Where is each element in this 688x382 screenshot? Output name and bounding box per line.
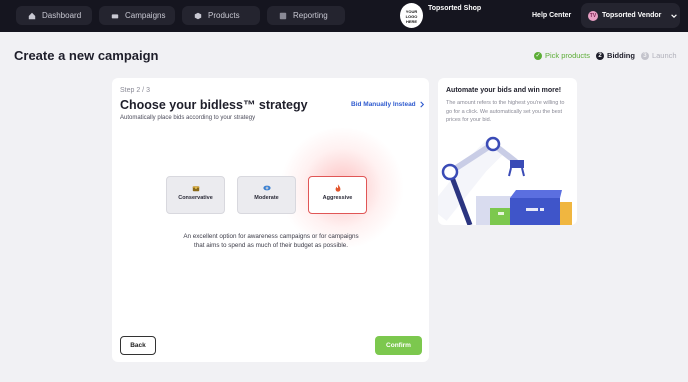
bid-manually-label: Bid Manually Instead: [351, 101, 416, 108]
nav-tab-reporting[interactable]: Reporting: [267, 6, 345, 25]
step-launch: 3 Launch: [640, 51, 677, 60]
treasure-icon: [192, 186, 199, 192]
option-label: Aggressive: [322, 195, 353, 201]
option-moderate[interactable]: Moderate: [237, 176, 296, 214]
bid-manually-link[interactable]: Bid Manually Instead: [351, 101, 425, 108]
step-label: Bidding: [607, 51, 635, 60]
check-icon: ✓: [534, 51, 542, 60]
box-icon: [194, 12, 202, 19]
nav-tab-campaigns[interactable]: Campaigns: [99, 6, 175, 25]
progress-steps: ✓ Pick products 2 Bidding 3 Launch: [534, 51, 677, 60]
step-number: 3: [640, 51, 649, 60]
step-pick-products: ✓ Pick products: [534, 51, 590, 60]
home-icon: [28, 12, 36, 19]
fire-icon: [335, 184, 340, 192]
top-navigation-bar: Dashboard Campaigns Products Reporting Y…: [0, 0, 688, 32]
avatar: TV: [588, 10, 598, 21]
strategy-description: An excellent option for awareness campai…: [183, 233, 359, 249]
info-title: Automate your bids and win more!: [446, 87, 562, 94]
vendor-menu[interactable]: TV Topsorted Vendor: [581, 3, 680, 28]
vendor-name: Topsorted Vendor: [602, 12, 662, 19]
report-icon: [279, 12, 287, 19]
shop-name: Topsorted Shop: [428, 5, 482, 12]
step-label: Pick products: [545, 51, 591, 60]
logo-text-line: HERE: [405, 19, 418, 24]
nav-tab-label: Reporting: [293, 11, 328, 20]
nav-tab-dashboard[interactable]: Dashboard: [16, 6, 92, 25]
chevron-right-icon: [419, 101, 424, 108]
robot-arm-illustration: [438, 136, 572, 225]
option-conservative[interactable]: Conservative: [166, 176, 225, 214]
step-counter: Step 2 / 3: [120, 87, 150, 94]
nav-tab-products[interactable]: Products: [182, 6, 260, 25]
chevron-down-icon: [671, 13, 678, 18]
option-label: Conservative: [178, 195, 213, 201]
nav-tab-label: Campaigns: [125, 11, 166, 20]
confirm-button[interactable]: Confirm: [375, 336, 422, 355]
car-icon: [111, 13, 119, 18]
info-body: The amount refers to the highest you're …: [446, 100, 565, 123]
step-number: 2: [596, 51, 605, 60]
option-label: Moderate: [254, 195, 279, 201]
eye-icon: [262, 185, 271, 191]
option-aggressive[interactable]: Aggressive: [308, 176, 367, 214]
nav-tab-label: Dashboard: [42, 11, 82, 20]
strategy-card: Step 2 / 3 Choose your bidless™ strategy…: [112, 78, 429, 362]
strategy-title: Choose your bidless™ strategy: [120, 98, 308, 112]
step-label: Launch: [651, 51, 677, 60]
strategy-subtitle: Automatically place bids according to yo…: [120, 115, 256, 121]
shop-logo[interactable]: YOUR LOGO HERE: [400, 3, 423, 28]
help-center-link[interactable]: Help Center: [532, 12, 571, 19]
page-title: Create a new campaign: [14, 48, 159, 63]
nav-tab-label: Products: [208, 11, 240, 20]
info-card: Automate your bids and win more! The amo…: [438, 78, 577, 225]
step-bidding: 2 Bidding: [596, 51, 635, 60]
back-button[interactable]: Back: [120, 336, 156, 355]
